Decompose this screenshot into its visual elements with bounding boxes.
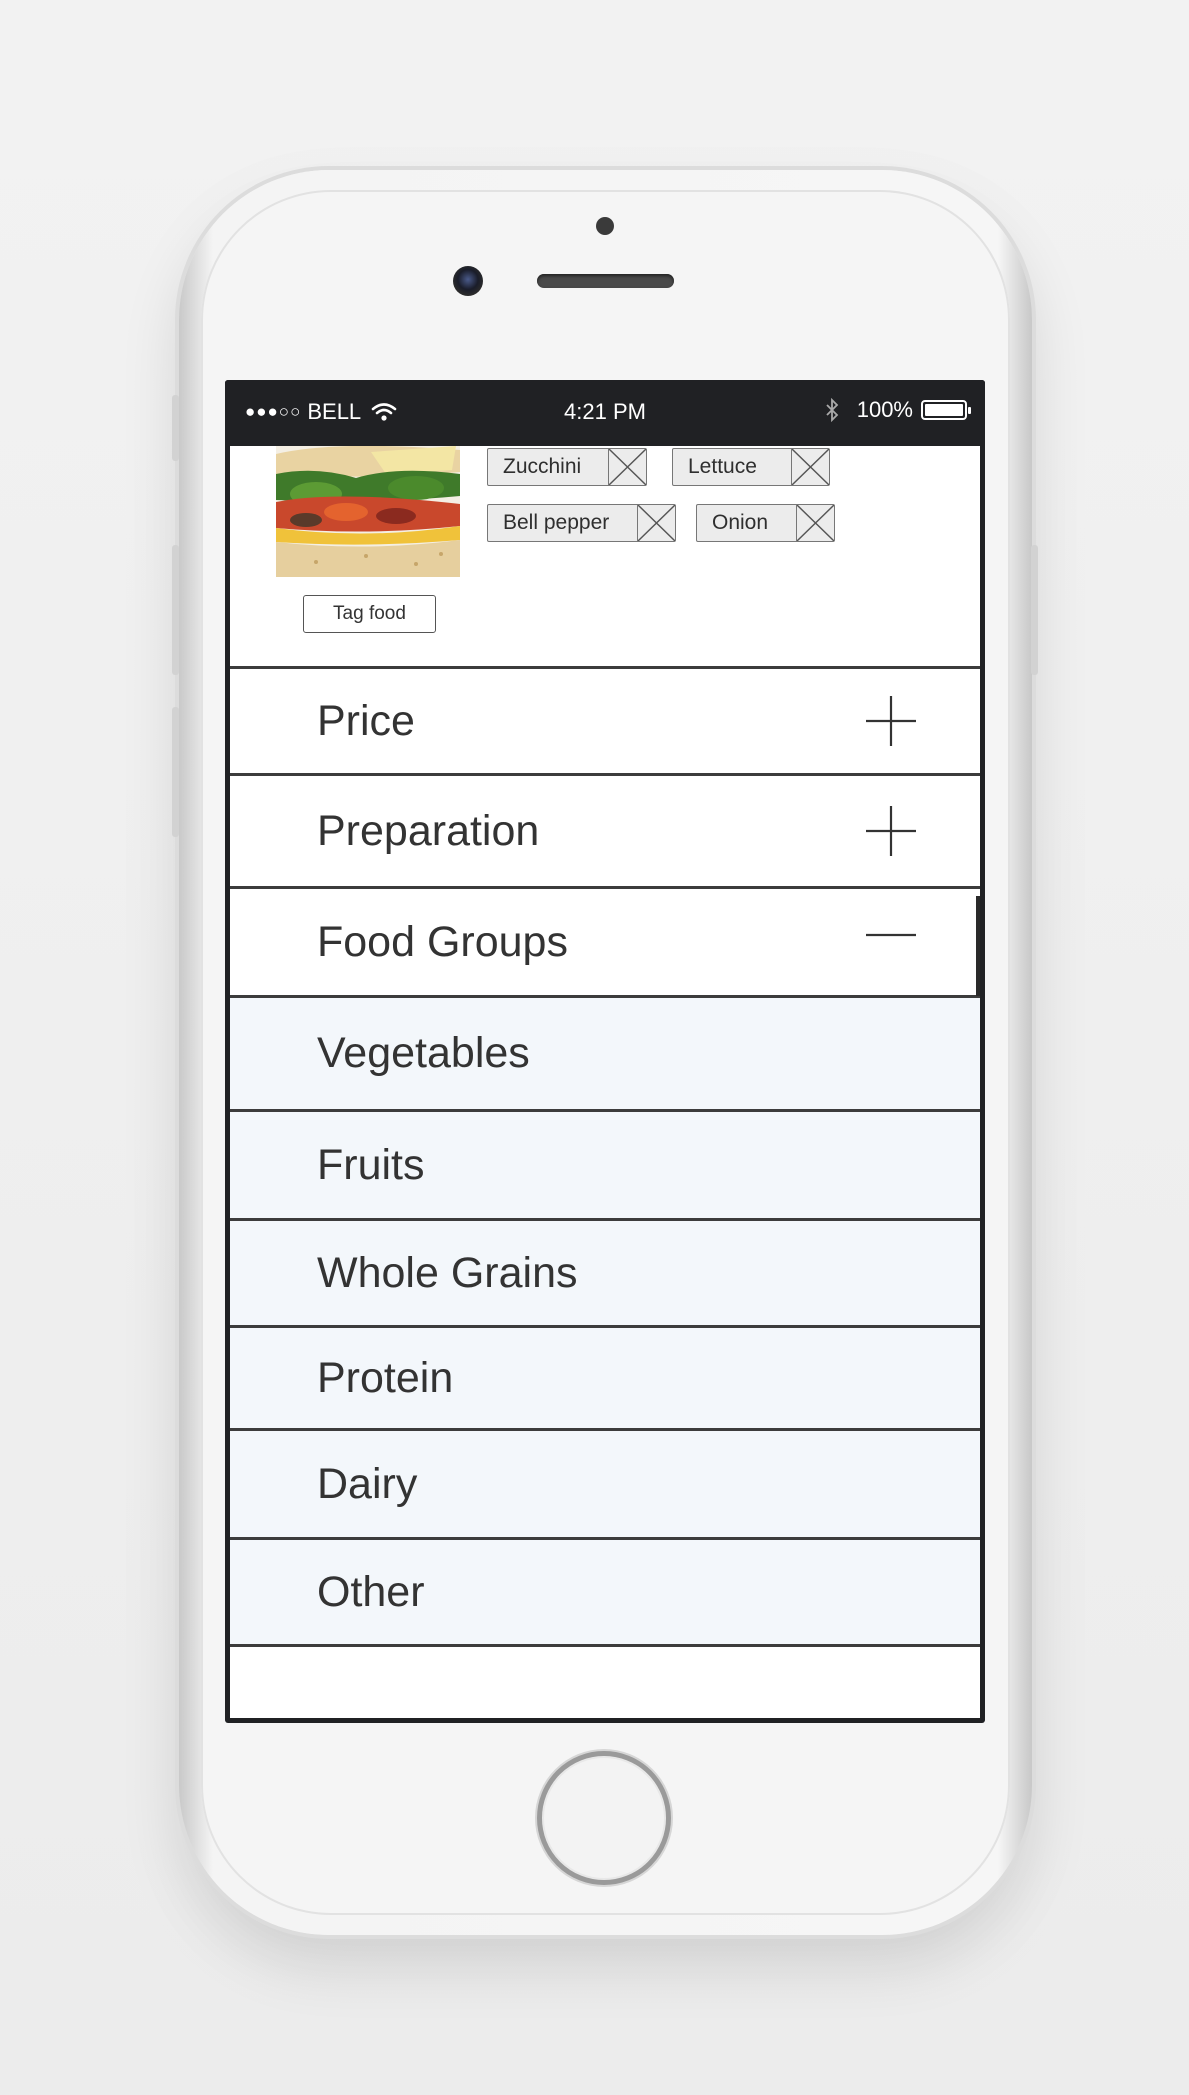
remove-tag-icon[interactable] xyxy=(796,505,834,541)
volume-down-button xyxy=(172,707,179,837)
food-group-vegetables[interactable]: Vegetables xyxy=(230,998,980,1112)
food-group-whole-grains[interactable]: Whole Grains xyxy=(230,1221,980,1328)
food-group-label: Fruits xyxy=(317,1140,425,1189)
home-button[interactable] xyxy=(537,1751,671,1885)
food-group-label: Other xyxy=(317,1567,425,1616)
expand-plus-icon[interactable] xyxy=(864,804,918,858)
bluetooth-icon xyxy=(826,398,838,422)
status-right: 100% xyxy=(825,397,971,423)
tag-chip-onion: Onion xyxy=(696,504,835,542)
battery-percent: 100% xyxy=(856,397,913,422)
food-tag-panel: Zucchini Lettuce Bell pepper Onion Tag f… xyxy=(230,446,980,669)
sandwich-image xyxy=(276,446,460,577)
tag-chip-label: Zucchini xyxy=(503,455,582,478)
food-group-protein[interactable]: Protein xyxy=(230,1328,980,1431)
mute-switch xyxy=(172,395,179,461)
food-group-label: Vegetables xyxy=(317,1029,530,1077)
tag-chip-label: Onion xyxy=(712,511,769,534)
app-content: Zucchini Lettuce Bell pepper Onion Tag f… xyxy=(230,446,980,1718)
power-button xyxy=(1031,545,1038,675)
tag-chip-label: Bell pepper xyxy=(503,511,610,534)
food-group-label: Protein xyxy=(317,1353,454,1402)
food-group-label: Dairy xyxy=(317,1459,418,1508)
food-group-label: Whole Grains xyxy=(317,1248,578,1297)
tag-chip-zucchini: Zucchini xyxy=(487,448,647,486)
food-photo xyxy=(276,446,460,577)
collapse-minus-icon[interactable] xyxy=(864,915,918,969)
section-food-groups[interactable]: Food Groups xyxy=(230,889,980,998)
proximity-sensor xyxy=(596,217,614,235)
section-label: Preparation xyxy=(317,806,540,855)
tag-chip-label: Lettuce xyxy=(688,455,757,478)
food-group-other[interactable]: Other xyxy=(230,1540,980,1647)
volume-up-button xyxy=(172,545,179,675)
remove-tag-icon[interactable] xyxy=(791,449,829,485)
section-label: Price xyxy=(317,696,415,745)
tag-chip-bell-pepper: Bell pepper xyxy=(487,504,676,542)
screen: ●●●○○ BELL 4:21 PM 100% Zucchini Lettuce… xyxy=(225,380,985,1723)
tag-food-button[interactable]: Tag food xyxy=(303,595,436,633)
food-group-dairy[interactable]: Dairy xyxy=(230,1431,980,1540)
scrollbar[interactable] xyxy=(976,896,980,996)
battery-icon xyxy=(921,400,971,420)
section-preparation[interactable]: Preparation xyxy=(230,776,980,889)
remove-tag-icon[interactable] xyxy=(637,505,675,541)
section-price[interactable]: Price xyxy=(230,669,980,776)
earpiece-speaker xyxy=(537,274,674,288)
front-camera xyxy=(453,266,483,296)
expand-plus-icon[interactable] xyxy=(864,694,918,748)
tag-chip-lettuce: Lettuce xyxy=(672,448,830,486)
remove-tag-icon[interactable] xyxy=(608,449,646,485)
food-group-fruits[interactable]: Fruits xyxy=(230,1112,980,1221)
status-bar: ●●●○○ BELL 4:21 PM 100% xyxy=(225,380,985,446)
section-label: Food Groups xyxy=(317,917,568,966)
